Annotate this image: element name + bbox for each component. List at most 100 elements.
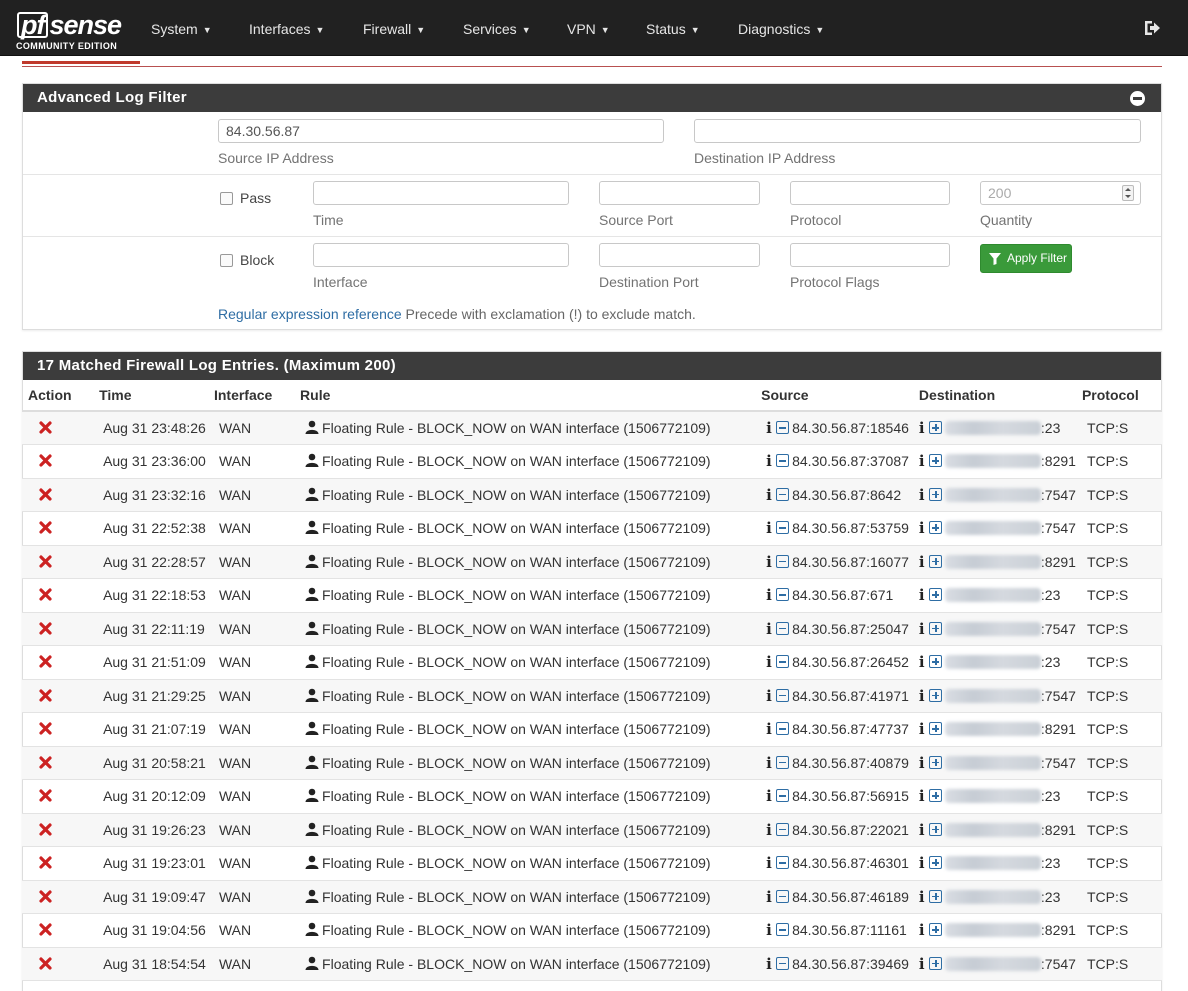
source-address[interactable]: 84.30.56.87:41971 (792, 688, 909, 704)
user-icon[interactable] (305, 654, 319, 669)
info-icon[interactable]: i (766, 553, 774, 571)
minus-square-icon[interactable] (776, 956, 790, 970)
source-ip-field[interactable]: 84.30.56.87 (218, 119, 664, 143)
info-icon[interactable]: i (919, 787, 927, 805)
plus-square-icon[interactable] (928, 789, 942, 803)
block-x-icon[interactable] (39, 488, 52, 501)
plus-square-icon[interactable] (928, 621, 942, 635)
destination-port[interactable]: :8291 (1041, 554, 1076, 570)
block-x-icon[interactable] (39, 521, 52, 534)
info-icon[interactable]: i (766, 888, 774, 906)
destination-port[interactable]: :7547 (1041, 487, 1076, 503)
block-x-icon[interactable] (39, 890, 52, 903)
info-icon[interactable]: i (766, 687, 774, 705)
destination-port[interactable]: :7547 (1041, 688, 1076, 704)
source-address[interactable]: 84.30.56.87:16077 (792, 554, 909, 570)
destination-port-field[interactable] (599, 243, 760, 267)
minus-square-icon[interactable] (776, 889, 790, 903)
destination-port[interactable]: :23 (1041, 420, 1060, 436)
block-x-icon[interactable] (39, 957, 52, 970)
plus-square-icon[interactable] (928, 722, 942, 736)
source-address[interactable]: 84.30.56.87:47737 (792, 721, 909, 737)
minus-square-icon[interactable] (776, 421, 790, 434)
destination-port[interactable]: :23 (1041, 788, 1060, 804)
col-rule[interactable]: Rule (294, 380, 756, 412)
user-icon[interactable] (305, 420, 319, 434)
info-icon[interactable]: i (919, 553, 927, 571)
info-icon[interactable]: i (766, 586, 774, 604)
block-x-icon[interactable] (39, 923, 52, 936)
source-address[interactable]: 84.30.56.87:11161 (792, 922, 907, 938)
plus-square-icon[interactable] (928, 688, 942, 702)
user-icon[interactable] (305, 487, 319, 501)
plus-square-icon[interactable] (928, 889, 942, 903)
source-address[interactable]: 84.30.56.87:25047 (792, 621, 909, 637)
nav-vpn[interactable]: VPN ▼ (567, 0, 610, 56)
plus-square-icon[interactable] (928, 856, 942, 870)
block-x-icon[interactable] (39, 689, 52, 702)
info-icon[interactable]: i (766, 955, 774, 973)
info-icon[interactable]: i (766, 653, 774, 671)
quantity-stepper[interactable]: 200 (980, 181, 1141, 205)
nav-services[interactable]: Services ▼ (463, 0, 531, 56)
block-x-icon[interactable] (39, 789, 52, 802)
plus-square-icon[interactable] (928, 923, 942, 937)
user-icon[interactable] (305, 453, 319, 468)
user-icon[interactable] (305, 721, 319, 736)
plus-square-icon[interactable] (928, 554, 942, 568)
info-icon[interactable]: i (766, 787, 774, 805)
destination-port[interactable]: :7547 (1041, 755, 1076, 771)
col-time[interactable]: Time (93, 380, 208, 412)
plus-square-icon[interactable] (928, 487, 942, 501)
destination-port[interactable]: :7547 (1041, 520, 1076, 536)
col-destination[interactable]: Destination (912, 380, 1076, 412)
source-address[interactable]: 84.30.56.87:53759 (792, 520, 909, 536)
plus-square-icon[interactable] (928, 454, 942, 468)
nav-diagnostics[interactable]: Diagnostics ▼ (738, 0, 824, 56)
source-address[interactable]: 84.30.56.87:26452 (792, 654, 909, 670)
minus-square-icon[interactable] (776, 521, 790, 535)
info-icon[interactable]: i (919, 720, 927, 738)
user-icon[interactable] (305, 788, 319, 803)
info-icon[interactable]: i (766, 754, 774, 772)
source-address[interactable]: 84.30.56.87:46189 (792, 889, 909, 905)
source-address[interactable]: 84.30.56.87:671 (792, 587, 893, 603)
minus-square-icon[interactable] (776, 789, 790, 803)
destination-port[interactable]: :23 (1041, 587, 1060, 603)
user-icon[interactable] (305, 520, 319, 535)
block-x-icon[interactable] (39, 622, 52, 635)
col-interface[interactable]: Interface (207, 380, 295, 412)
minus-square-icon[interactable] (776, 688, 790, 702)
plus-square-icon[interactable] (928, 822, 942, 836)
user-icon[interactable] (305, 922, 319, 937)
destination-port[interactable]: :7547 (1041, 956, 1076, 972)
pass-checkbox[interactable]: Pass (220, 190, 271, 206)
info-icon[interactable]: i (919, 586, 927, 604)
info-icon[interactable]: i (766, 419, 774, 437)
minus-square-icon[interactable] (776, 655, 790, 669)
source-address[interactable]: 84.30.56.87:37087 (792, 453, 909, 469)
destination-port[interactable]: :7547 (1041, 621, 1076, 637)
source-address[interactable]: 84.30.56.87:18546 (792, 420, 909, 436)
block-x-icon[interactable] (39, 856, 52, 869)
time-field[interactable] (313, 181, 569, 205)
source-port-field[interactable] (599, 181, 760, 205)
block-x-icon[interactable] (39, 722, 52, 735)
pfsense-logo[interactable]: pf sense COMMUNITY EDITION (14, 10, 126, 52)
protocol-field[interactable] (790, 181, 950, 205)
destination-port[interactable]: :8291 (1041, 721, 1076, 737)
info-icon[interactable]: i (766, 486, 774, 504)
interface-field[interactable] (313, 243, 569, 267)
user-icon[interactable] (305, 889, 319, 903)
block-x-icon[interactable] (39, 421, 52, 434)
block-x-icon[interactable] (39, 555, 52, 568)
block-x-icon[interactable] (39, 823, 52, 836)
spinner-arrows-icon[interactable] (1122, 185, 1134, 201)
info-icon[interactable]: i (919, 821, 927, 839)
info-icon[interactable]: i (766, 921, 774, 939)
regex-reference-link[interactable]: Regular expression reference (218, 306, 402, 322)
user-icon[interactable] (305, 755, 319, 769)
destination-port[interactable]: :23 (1041, 889, 1060, 905)
col-action[interactable]: Action (22, 380, 94, 412)
plus-square-icon[interactable] (928, 421, 942, 434)
